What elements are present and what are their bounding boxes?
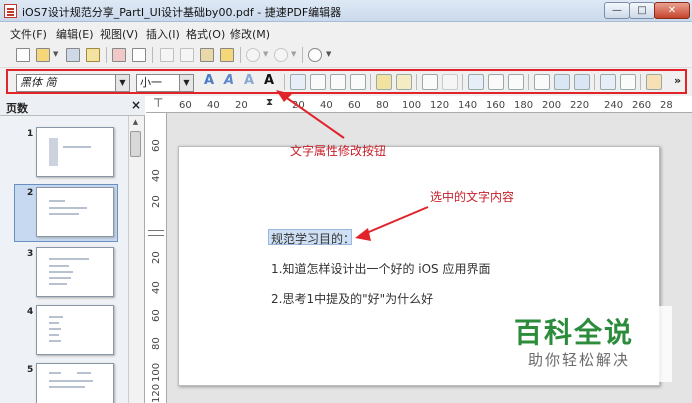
annotation-toolbar-label: 文字属性修改按钮: [290, 144, 387, 158]
arrowhead-icon: [355, 228, 371, 241]
watermark-subtitle: 助你轻松解决: [528, 351, 631, 369]
arrow-to-selection: [363, 206, 429, 235]
watermark-title: 百科全说: [514, 316, 635, 349]
arrow-to-toolbar: [283, 95, 345, 139]
annotation-selection-label: 选中的文字内容: [430, 190, 515, 204]
